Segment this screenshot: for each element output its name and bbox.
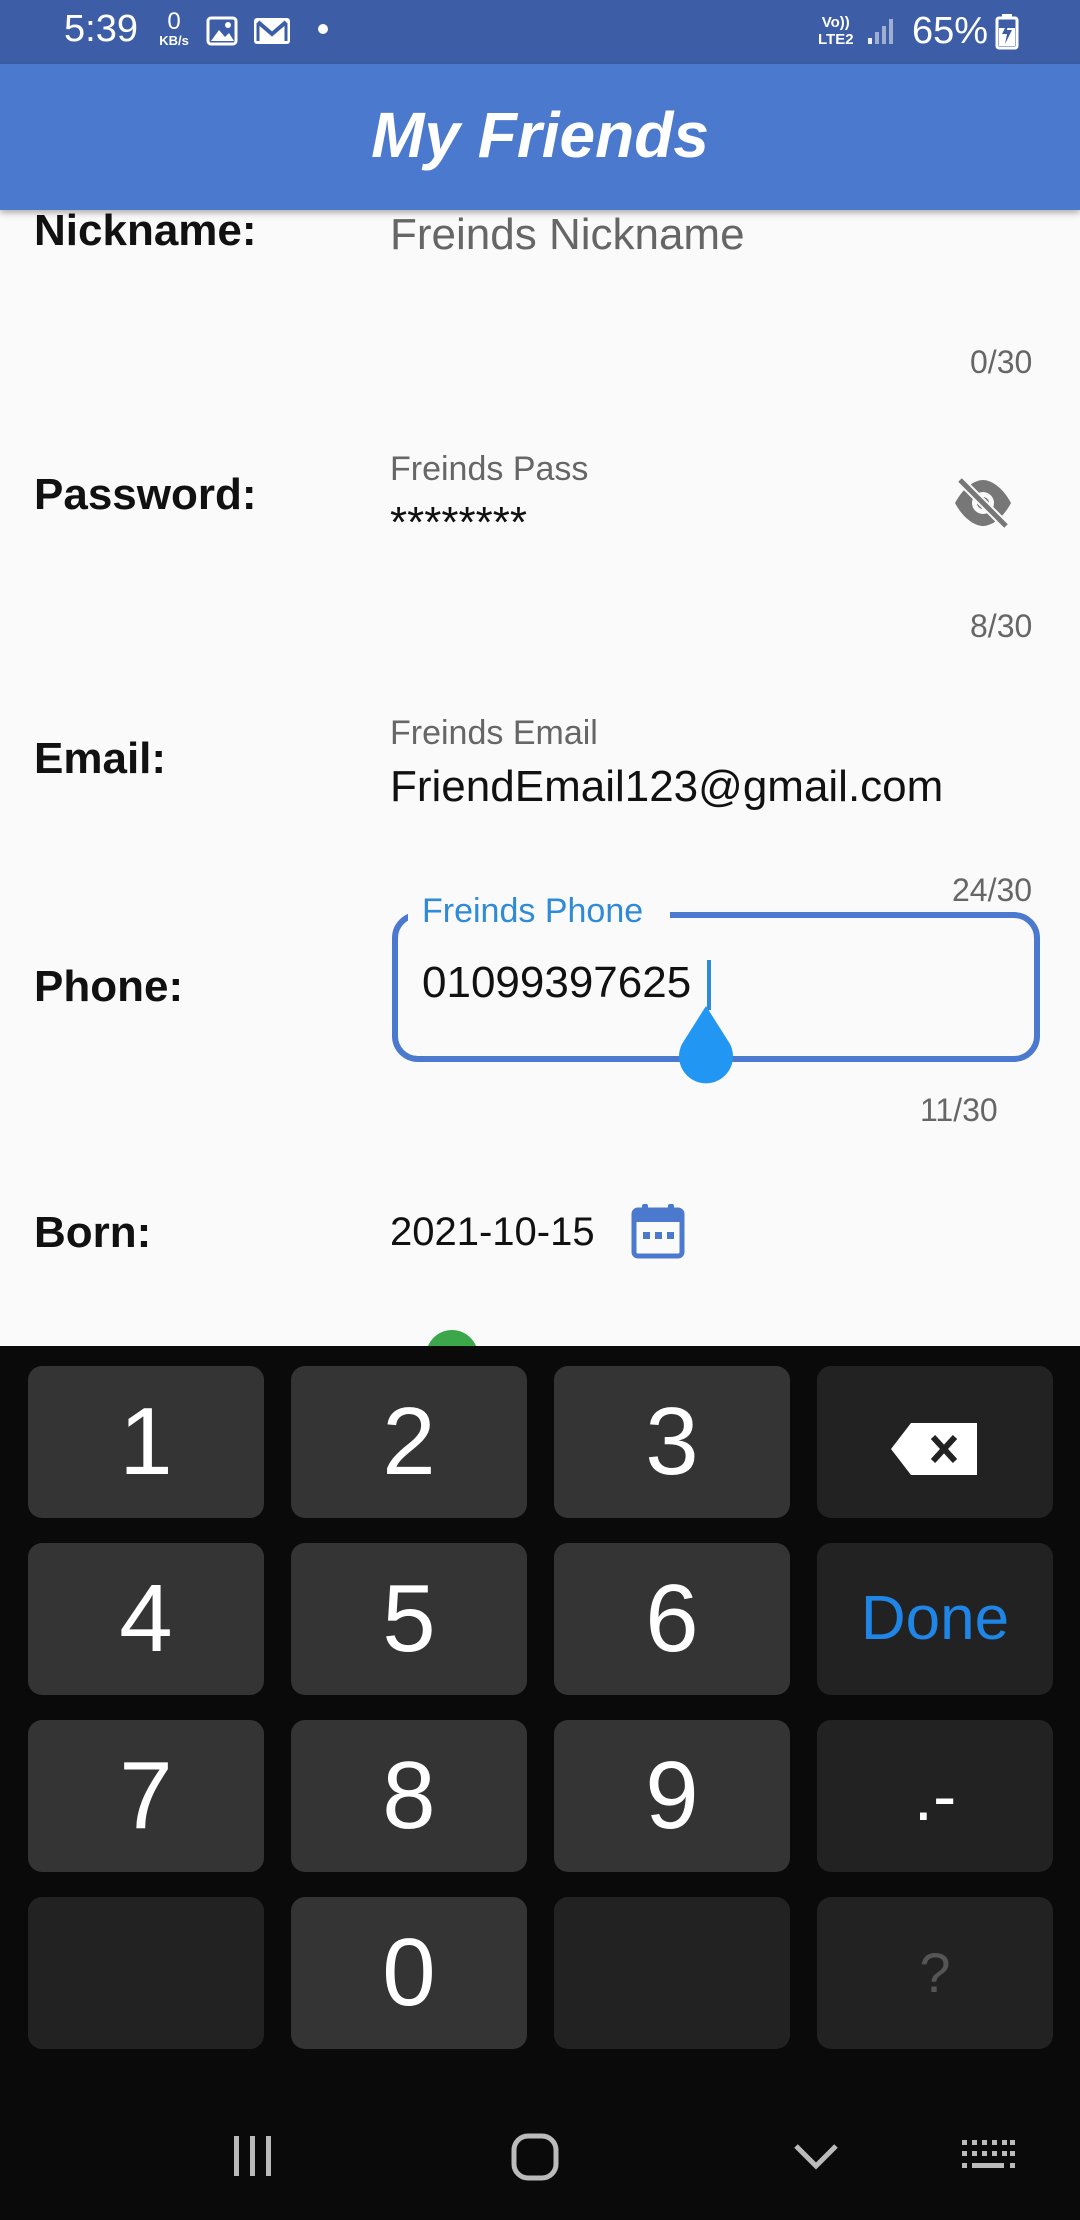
password-field[interactable]: ********	[390, 498, 527, 548]
gallery-notification-icon	[206, 16, 238, 46]
recent-apps-icon[interactable]	[230, 2134, 276, 2178]
key-1[interactable]: 1	[28, 1366, 264, 1518]
empty-key-right	[554, 1897, 790, 2049]
key-8[interactable]: 8	[291, 1720, 527, 1872]
key-2[interactable]: 2	[291, 1366, 527, 1518]
volte-indicator: Vo)) LTE2	[818, 14, 854, 48]
eye-off-icon[interactable]	[952, 476, 1014, 530]
network-speed-unit: KB/s	[159, 33, 189, 48]
signal-strength-icon	[868, 19, 893, 44]
phone-counter: 11/30	[920, 1092, 998, 1128]
backspace-icon	[891, 1422, 977, 1475]
calendar-icon[interactable]	[630, 1202, 686, 1260]
dot-dash-key[interactable]: .-	[817, 1720, 1053, 1872]
numeric-keyboard: 1 2 3 4 5 6 Done 7 8 9 .- 0 ?	[0, 1346, 1080, 2220]
key-4[interactable]: 4	[28, 1543, 264, 1695]
key-7[interactable]: 7	[28, 1720, 264, 1872]
volte-label: Vo))	[821, 14, 850, 31]
nickname-counter: 0/30	[970, 344, 1033, 380]
network-speed: 0 KB/s	[154, 8, 194, 48]
born-label: Born:	[34, 1208, 152, 1257]
app-bar: My Friends	[0, 64, 1080, 210]
phone-input-value[interactable]: 01099397625	[422, 958, 691, 1008]
keyboard-switch-icon[interactable]	[960, 2138, 1016, 2174]
email-hint: Freinds Email	[390, 714, 598, 752]
phone-label: Phone:	[34, 962, 184, 1011]
email-counter: 24/30	[952, 872, 1033, 908]
more-notifications-dot-icon	[318, 24, 328, 34]
password-hint: Freinds Pass	[390, 450, 589, 488]
key-9[interactable]: 9	[554, 1720, 790, 1872]
backspace-key[interactable]	[817, 1366, 1053, 1518]
nickname-field[interactable]: Freinds Nickname	[390, 210, 745, 260]
network-speed-value: 0	[167, 8, 181, 35]
cursor-handle-icon[interactable]	[676, 1004, 736, 1084]
battery-percentage: 65%	[912, 10, 989, 52]
empty-key-left	[28, 1897, 264, 2049]
hide-keyboard-chevron-icon[interactable]	[792, 2142, 840, 2172]
nickname-label: Nickname:	[34, 206, 257, 255]
key-5[interactable]: 5	[291, 1543, 527, 1695]
key-3[interactable]: 3	[554, 1366, 790, 1518]
password-counter: 8/30	[970, 608, 1033, 644]
done-key[interactable]: Done	[817, 1543, 1053, 1695]
key-0[interactable]: 0	[291, 1897, 527, 2049]
question-key[interactable]: ?	[817, 1897, 1053, 2049]
gmail-notification-icon	[254, 18, 290, 44]
status-time: 5:39	[64, 8, 138, 50]
battery-charging-icon	[995, 14, 1019, 50]
text-cursor	[707, 960, 711, 1010]
key-6[interactable]: 6	[554, 1543, 790, 1695]
phone-hint: Freinds Phone	[422, 892, 644, 930]
home-icon[interactable]	[510, 2132, 560, 2182]
password-label: Password:	[34, 470, 257, 519]
page-title: My Friends	[371, 99, 709, 171]
status-bar: 5:39 0 KB/s Vo)) LTE2 65%	[0, 0, 1080, 64]
email-label: Email:	[34, 734, 167, 783]
born-date-value: 2021-10-15	[390, 1210, 595, 1254]
lte-label: LTE2	[818, 31, 854, 48]
email-field[interactable]: FriendEmail123@gmail.com	[390, 762, 943, 812]
